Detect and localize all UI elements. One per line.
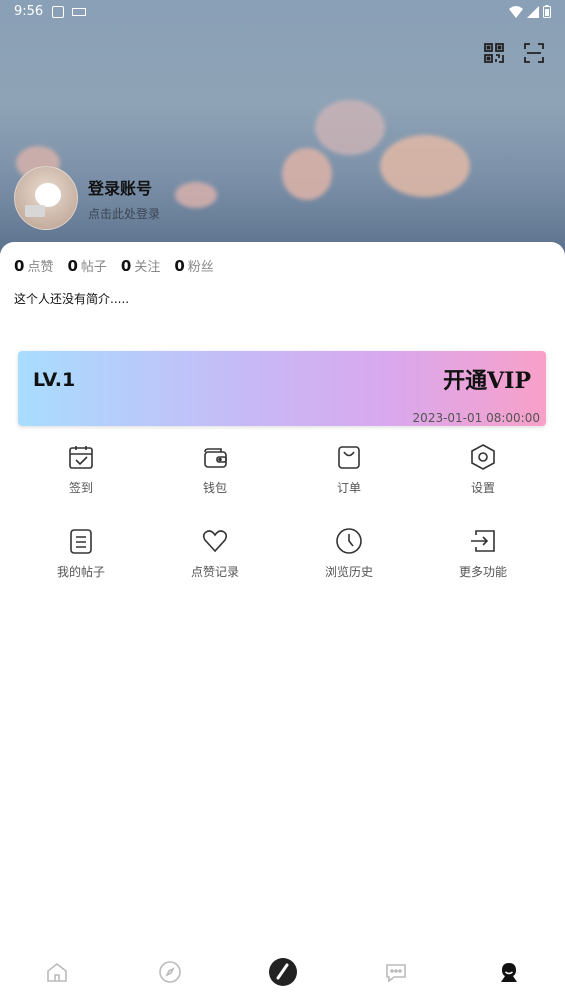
profile-icon <box>500 963 517 982</box>
menu-label: 更多功能 <box>458 565 507 579</box>
vip-banner[interactable]: LV.1 开通VIP 2023-01-01 08:00:00 <box>18 351 546 426</box>
nav-profile[interactable] <box>479 942 539 1002</box>
nav-post[interactable] <box>253 942 313 1002</box>
menu-label: 点赞记录 <box>190 565 239 579</box>
menu-label: 签到 <box>68 481 93 495</box>
menu-item-settings[interactable]: 设置 <box>416 442 550 526</box>
stats-row: 0 点赞 0 帖子 0 关注 0 粉丝 <box>14 256 214 275</box>
pen-button[interactable] <box>268 958 297 986</box>
avatar-dog-illustration <box>35 183 61 207</box>
status-bar: 9:56 <box>0 0 565 24</box>
stat-likes[interactable]: 0 点赞 <box>14 256 53 275</box>
compass-icon <box>158 961 181 983</box>
profile-card: 0 点赞 0 帖子 0 关注 0 粉丝 这个人还没有简介..... LV.1 开通VIP… <box>0 242 565 1004</box>
stat-posts[interactable]: 0 帖子 <box>67 256 106 275</box>
wifi-icon <box>509 5 523 18</box>
settings-hexagon-icon <box>471 444 495 470</box>
stat-fans[interactable]: 0 粉丝 <box>174 256 213 275</box>
stat-count: 0 <box>120 257 132 275</box>
bottom-navigation <box>0 940 565 1004</box>
bio-text: 这个人还没有简介..... <box>14 292 130 306</box>
avatar[interactable] <box>14 166 78 230</box>
open-vip-button[interactable]: 开通VIP <box>443 363 531 395</box>
stat-count: 0 <box>14 257 25 275</box>
heart-icon <box>202 530 228 553</box>
nav-home[interactable] <box>27 942 87 1002</box>
signal-icon <box>527 5 539 18</box>
qr-code-icon[interactable] <box>483 42 505 64</box>
menu-label: 浏览历史 <box>324 565 373 579</box>
calendar-check-icon <box>69 446 93 469</box>
stat-label: 关注 <box>134 260 161 275</box>
nav-discover[interactable] <box>140 942 200 1002</box>
stat-label: 点赞 <box>27 260 54 275</box>
profile-name[interactable]: 登录账号 <box>88 175 160 199</box>
nav-messages[interactable] <box>366 942 426 1002</box>
profile-login-hint[interactable]: 点击此处登录 <box>88 205 160 222</box>
document-list-icon <box>70 529 92 554</box>
stat-label: 帖子 <box>80 260 107 275</box>
function-grid: 签到 钱包 订单 设置 我的帖子 点赞记录 浏览历史 更多功能 <box>14 442 550 610</box>
stat-count: 0 <box>67 257 78 275</box>
notification-icon <box>52 6 64 18</box>
menu-label: 订单 <box>336 481 361 495</box>
home-icon <box>46 962 67 982</box>
keyboard-icon <box>72 8 86 16</box>
level-label: LV.1 <box>33 369 76 391</box>
stat-label: 粉丝 <box>187 260 214 275</box>
menu-item-wallet[interactable]: 钱包 <box>148 442 282 526</box>
menu-item-more[interactable]: 更多功能 <box>416 526 550 610</box>
menu-label: 我的帖子 <box>56 565 105 579</box>
status-time: 9:56 <box>14 4 44 19</box>
avatar-laptop-illustration <box>25 205 45 217</box>
exit-arrow-icon <box>471 530 495 552</box>
menu-label: 设置 <box>470 481 495 495</box>
chat-bubble-icon <box>385 964 406 983</box>
wallet-icon <box>204 448 227 468</box>
scan-icon[interactable] <box>523 42 545 64</box>
shopping-bag-icon <box>338 446 360 469</box>
pen-icon <box>276 963 288 980</box>
stat-count: 0 <box>174 257 185 275</box>
menu-label: 钱包 <box>202 481 227 495</box>
menu-item-orders[interactable]: 订单 <box>282 442 416 526</box>
menu-item-my-posts[interactable]: 我的帖子 <box>14 526 148 610</box>
menu-item-browse-history[interactable]: 浏览历史 <box>282 526 416 610</box>
login-profile[interactable]: 登录账号 点击此处登录 <box>14 166 160 230</box>
vip-date: 2023-01-01 08:00:00 <box>412 411 540 425</box>
battery-icon <box>543 5 551 18</box>
clock-icon <box>336 528 362 554</box>
menu-item-checkin[interactable]: 签到 <box>14 442 148 526</box>
menu-item-like-history[interactable]: 点赞记录 <box>148 526 282 610</box>
stat-following[interactable]: 0 关注 <box>121 256 160 275</box>
